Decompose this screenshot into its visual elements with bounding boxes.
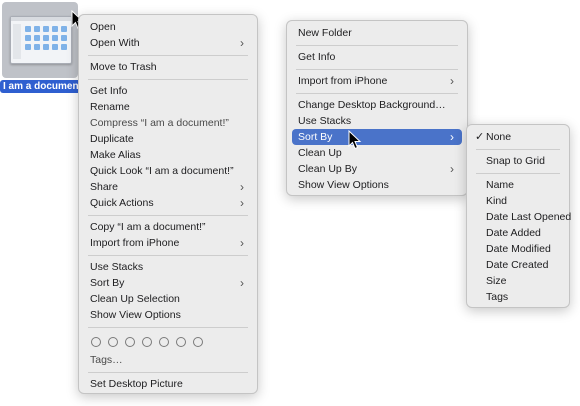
sort-option-date-last-opened[interactable]: Date Last Opened — [472, 209, 571, 225]
menu-item-clean-up-by[interactable]: Clean Up By › — [292, 161, 462, 177]
menu-item-show-view-options[interactable]: Show View Options — [292, 177, 462, 193]
chevron-right-icon: › — [450, 130, 454, 144]
menu-item-make-alias[interactable]: Make Alias — [84, 147, 252, 163]
tag-circle-icon[interactable] — [193, 336, 203, 347]
sort-option-date-added[interactable]: Date Added — [472, 225, 564, 241]
document-thumbnail-icon — [10, 16, 72, 64]
menu-item-duplicate[interactable]: Duplicate — [84, 131, 252, 147]
menu-item-get-info[interactable]: Get Info — [84, 83, 252, 99]
chevron-right-icon: › — [240, 236, 244, 250]
tag-color-row — [84, 331, 252, 352]
sort-by-submenu: ✓ None Snap to Grid Name Kind Date Last O… — [466, 124, 571, 308]
menu-item-quick-actions[interactable]: Quick Actions › — [84, 195, 252, 211]
tag-circle-icon[interactable] — [159, 336, 169, 347]
desktop-context-menu: New Folder Get Info Import from iPhone › … — [286, 20, 468, 196]
menu-item-change-desktop-background[interactable]: Change Desktop Background… — [292, 97, 462, 113]
sort-option-date-modified[interactable]: Date Modified — [472, 241, 564, 257]
chevron-right-icon: › — [240, 36, 244, 50]
menu-separator — [296, 68, 458, 70]
sort-option-size[interactable]: Size — [472, 273, 564, 289]
menu-item-quick-look[interactable]: Quick Look “I am a document!” — [84, 163, 252, 179]
menu-item-copy[interactable]: Copy “I am a document!” — [84, 219, 252, 235]
menu-separator — [88, 54, 248, 56]
menu-item-compress[interactable]: Compress “I am a document!” — [84, 115, 252, 131]
menu-item-tags[interactable]: Tags… — [84, 352, 252, 368]
menu-separator — [296, 92, 458, 94]
sort-option-tags[interactable]: Tags — [472, 289, 564, 305]
sort-option-name[interactable]: Name — [472, 177, 564, 193]
menu-item-show-view-options[interactable]: Show View Options — [84, 307, 252, 323]
menu-item-clean-up[interactable]: Clean Up — [292, 145, 462, 161]
menu-item-share[interactable]: Share › — [84, 179, 252, 195]
menu-item-rename[interactable]: Rename — [84, 99, 252, 115]
tag-circle-icon[interactable] — [108, 336, 118, 347]
file-context-menu: Open Open With › Move to Trash Get Info R… — [78, 14, 258, 394]
menu-item-open-with[interactable]: Open With › — [84, 35, 252, 51]
sort-option-date-created[interactable]: Date Created — [472, 257, 564, 273]
menu-separator — [88, 78, 248, 80]
chevron-right-icon: › — [240, 180, 244, 194]
menu-item-clean-up-selection[interactable]: Clean Up Selection — [84, 291, 252, 307]
sort-option-none[interactable]: ✓ None — [472, 129, 564, 145]
menu-item-new-folder[interactable]: New Folder — [292, 25, 462, 41]
checkmark-icon: ✓ — [475, 131, 485, 143]
tag-circle-icon[interactable] — [91, 336, 101, 347]
menu-item-sort-by[interactable]: Sort By › — [292, 129, 462, 145]
menu-item-sort-by[interactable]: Sort By › — [84, 275, 252, 291]
menu-separator — [476, 148, 560, 150]
document-icon-selection[interactable] — [2, 2, 78, 78]
menu-separator — [88, 371, 248, 373]
chevron-right-icon: › — [450, 74, 454, 88]
menu-item-use-stacks[interactable]: Use Stacks — [292, 113, 462, 129]
chevron-right-icon: › — [240, 276, 244, 290]
chevron-right-icon: › — [450, 162, 454, 176]
menu-item-open[interactable]: Open — [84, 19, 252, 35]
sort-option-kind[interactable]: Kind — [472, 193, 564, 209]
menu-item-import-from-iphone[interactable]: Import from iPhone › — [84, 235, 252, 251]
menu-separator — [476, 172, 560, 174]
sort-option-snap-to-grid[interactable]: Snap to Grid — [472, 153, 564, 169]
menu-separator — [88, 326, 248, 328]
tag-circle-icon[interactable] — [142, 336, 152, 347]
menu-separator — [88, 254, 248, 256]
document-label[interactable]: I am a document! — [0, 80, 89, 93]
menu-separator — [88, 214, 248, 216]
menu-item-get-info[interactable]: Get Info — [292, 49, 462, 65]
chevron-right-icon: › — [240, 196, 244, 210]
arrow-cursor-icon — [348, 130, 362, 150]
menu-separator — [296, 44, 458, 46]
menu-item-import-from-iphone[interactable]: Import from iPhone › — [292, 73, 462, 89]
menu-item-set-desktop-picture[interactable]: Set Desktop Picture — [84, 376, 252, 392]
tag-circle-icon[interactable] — [176, 336, 186, 347]
menu-item-move-to-trash[interactable]: Move to Trash — [84, 59, 252, 75]
menu-item-use-stacks[interactable]: Use Stacks — [84, 259, 252, 275]
tag-circle-icon[interactable] — [125, 336, 135, 347]
